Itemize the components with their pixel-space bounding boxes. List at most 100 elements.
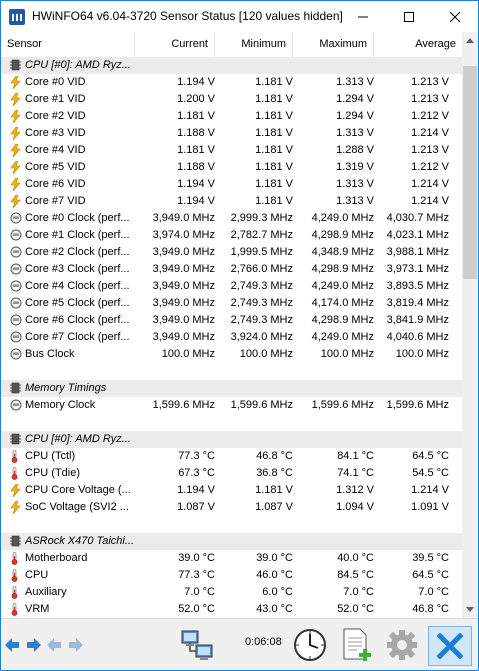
sensor-group-row[interactable]: CPU [#0]: AMD Ryz... (1, 431, 462, 448)
minimum-value: 6.0 °C (262, 586, 293, 598)
sensor-group-name: Memory Timings (25, 382, 107, 394)
maximize-button[interactable] (386, 1, 432, 32)
clock-icon (10, 263, 22, 276)
sensor-name: Core #4 Clock (perf... (25, 280, 130, 292)
clock-icon (10, 229, 22, 242)
close-sensors-button[interactable] (428, 626, 472, 666)
sensor-row[interactable]: Core #1 VID 1.200 V 1.181 V 1.294 V 1.213 V (1, 91, 462, 108)
sensor-row[interactable]: Auxiliary 7.0 °C 6.0 °C 7.0 °C 7.0 °C (1, 584, 462, 601)
elapsed-time: 0:06:08 (245, 636, 282, 648)
sensor-row[interactable]: Core #4 VID 1.181 V 1.181 V 1.288 V 1.213 V (1, 142, 462, 159)
chevron-down-icon (466, 607, 474, 612)
sensor-row[interactable]: Motherboard 39.0 °C 39.0 °C 40.0 °C 39.5 °C (1, 550, 462, 567)
scroll-down-arrow[interactable] (462, 601, 478, 618)
current-value: 1.087 V (177, 501, 215, 513)
sensor-name: Core #2 VID (25, 110, 86, 122)
minimum-value: 2,782.7 MHz (230, 229, 293, 241)
sensor-name: CPU (Tctl) (25, 450, 76, 462)
add-report-button[interactable] (336, 626, 376, 664)
sensor-row[interactable]: Core #6 VID 1.194 V 1.181 V 1.313 V 1.214 V (1, 176, 462, 193)
sensor-row[interactable]: VRM 52.0 °C 43.0 °C 52.0 °C 46.8 °C (1, 601, 462, 618)
average-value: 1.213 V (411, 93, 449, 105)
scroll-up-arrow[interactable] (462, 32, 478, 49)
average-value: 64.5 °C (412, 450, 449, 462)
current-value: 1.188 V (177, 161, 215, 173)
navigate-arrows-disabled-button[interactable] (45, 626, 85, 664)
voltage-icon (10, 143, 21, 158)
sensor-row[interactable]: Core #4 Clock (perf... 3,949.0 MHz 2,749.3… (1, 278, 462, 295)
sensor-group-row[interactable]: CPU [#0]: AMD Ryz... (1, 57, 462, 74)
sensor-row[interactable]: Core #2 Clock (perf... 3,949.0 MHz 1,999.5… (1, 244, 462, 261)
sensor-row[interactable]: CPU (Tdie) 67.3 °C 36.8 °C 74.1 °C 54.5 °C (1, 465, 462, 482)
chip-icon (10, 382, 21, 395)
sensor-group-name: ASRock X470 Taichi... (25, 535, 135, 547)
maximum-value: 1,599.6 MHz (311, 399, 374, 411)
voltage-icon (10, 160, 21, 175)
sensor-row[interactable]: Core #0 VID 1.194 V 1.181 V 1.313 V 1.213 V (1, 74, 462, 91)
current-value: 1.194 V (177, 195, 215, 207)
average-value: 3,988.1 MHz (386, 246, 449, 258)
sensor-name: Core #0 Clock (perf... (25, 212, 130, 224)
spacer-row (1, 363, 462, 380)
column-header-maximum[interactable]: Maximum (293, 32, 374, 57)
navigate-arrows-button[interactable] (3, 626, 43, 664)
network-button[interactable] (177, 626, 217, 664)
minimum-value: 2,749.3 MHz (230, 314, 293, 326)
clock-icon (10, 331, 22, 344)
maximum-value: 100.0 MHz (320, 348, 374, 360)
maximum-value: 1.319 V (336, 161, 374, 173)
sensor-row[interactable]: Core #1 Clock (perf... 3,974.0 MHz 2,782.7… (1, 227, 462, 244)
minimum-value: 36.8 °C (256, 467, 293, 479)
sensor-row[interactable]: CPU 77.3 °C 46.0 °C 84.5 °C 64.5 °C (1, 567, 462, 584)
maximum-value: 4,348.9 MHz (311, 246, 374, 258)
maximize-icon (404, 11, 414, 22)
sensor-group-row[interactable]: ASRock X470 Taichi... (1, 533, 462, 550)
sensor-table[interactable]: Sensor Current Minimum Maximum Average C… (1, 32, 462, 618)
sensor-row[interactable]: Core #7 VID 1.194 V 1.181 V 1.313 V 1.214 V (1, 193, 462, 210)
sensor-row[interactable]: Core #7 Clock (perf... 3,949.0 MHz 3,924.0… (1, 329, 462, 346)
maximum-value: 4,249.0 MHz (311, 212, 374, 224)
minimize-button[interactable] (340, 1, 386, 32)
settings-button[interactable] (382, 626, 422, 664)
average-value: 1.212 V (411, 110, 449, 122)
sensor-row[interactable]: Core #5 VID 1.188 V 1.181 V 1.319 V 1.212 V (1, 159, 462, 176)
column-header-average[interactable]: Average (374, 32, 462, 57)
maximum-value: 4,249.0 MHz (311, 280, 374, 292)
vertical-scrollbar[interactable] (462, 32, 478, 618)
current-value: 77.3 °C (178, 450, 215, 462)
sensor-name: Motherboard (25, 552, 88, 564)
close-button[interactable] (432, 1, 478, 32)
sensor-row[interactable]: Core #5 Clock (perf... 3,949.0 MHz 2,749.3… (1, 295, 462, 312)
chip-icon (10, 535, 21, 548)
column-header-current[interactable]: Current (135, 32, 215, 57)
reset-clock-button[interactable] (290, 626, 330, 664)
average-value: 3,893.5 MHz (386, 280, 449, 292)
sensor-group-row[interactable]: Memory Timings (1, 380, 462, 397)
current-value: 100.0 MHz (161, 348, 215, 360)
sensor-row[interactable]: Bus Clock 100.0 MHz 100.0 MHz 100.0 MHz 100.… (1, 346, 462, 363)
hwinfo-app-icon (9, 9, 25, 25)
sensor-row[interactable]: Core #3 Clock (perf... 3,949.0 MHz 2,766.0… (1, 261, 462, 278)
sensor-row[interactable]: CPU (Tctl) 77.3 °C 46.8 °C 84.1 °C 64.5 °C (1, 448, 462, 465)
sensor-row[interactable]: SoC Voltage (SVI2 ... 1.087 V 1.087 V 1.094… (1, 499, 462, 516)
sensor-name: Memory Clock (25, 399, 96, 411)
sensor-row[interactable]: Core #6 Clock (perf... 3,949.0 MHz 2,749.3… (1, 312, 462, 329)
sensor-row[interactable]: Core #2 VID 1.181 V 1.181 V 1.294 V 1.212 V (1, 108, 462, 125)
column-header-sensor[interactable]: Sensor (1, 32, 135, 57)
sensor-row[interactable]: Core #0 Clock (perf... 3,949.0 MHz 2,999.3… (1, 210, 462, 227)
column-header-minimum[interactable]: Minimum (215, 32, 293, 57)
sensor-name: CPU Core Voltage (... (25, 484, 131, 496)
sensor-row[interactable]: Core #3 VID 1.188 V 1.181 V 1.313 V 1.214 V (1, 125, 462, 142)
maximum-value: 4,298.9 MHz (311, 314, 374, 326)
voltage-icon (10, 109, 21, 124)
average-value: 1.214 V (411, 195, 449, 207)
maximum-value: 1.294 V (336, 93, 374, 105)
current-value: 1.188 V (177, 127, 215, 139)
chevron-up-icon (466, 38, 474, 43)
sensor-row[interactable]: CPU Core Voltage (... 1.194 V 1.181 V 1.312… (1, 482, 462, 499)
scroll-thumb[interactable] (463, 66, 477, 279)
minimum-value: 1.181 V (255, 484, 293, 496)
average-value: 3,819.4 MHz (386, 297, 449, 309)
sensor-row[interactable]: Memory Clock 1,599.6 MHz 1,599.6 MHz 1,599.… (1, 397, 462, 414)
title-bar[interactable]: HWiNFO64 v6.04-3720 Sensor Status [120 v… (1, 1, 478, 32)
